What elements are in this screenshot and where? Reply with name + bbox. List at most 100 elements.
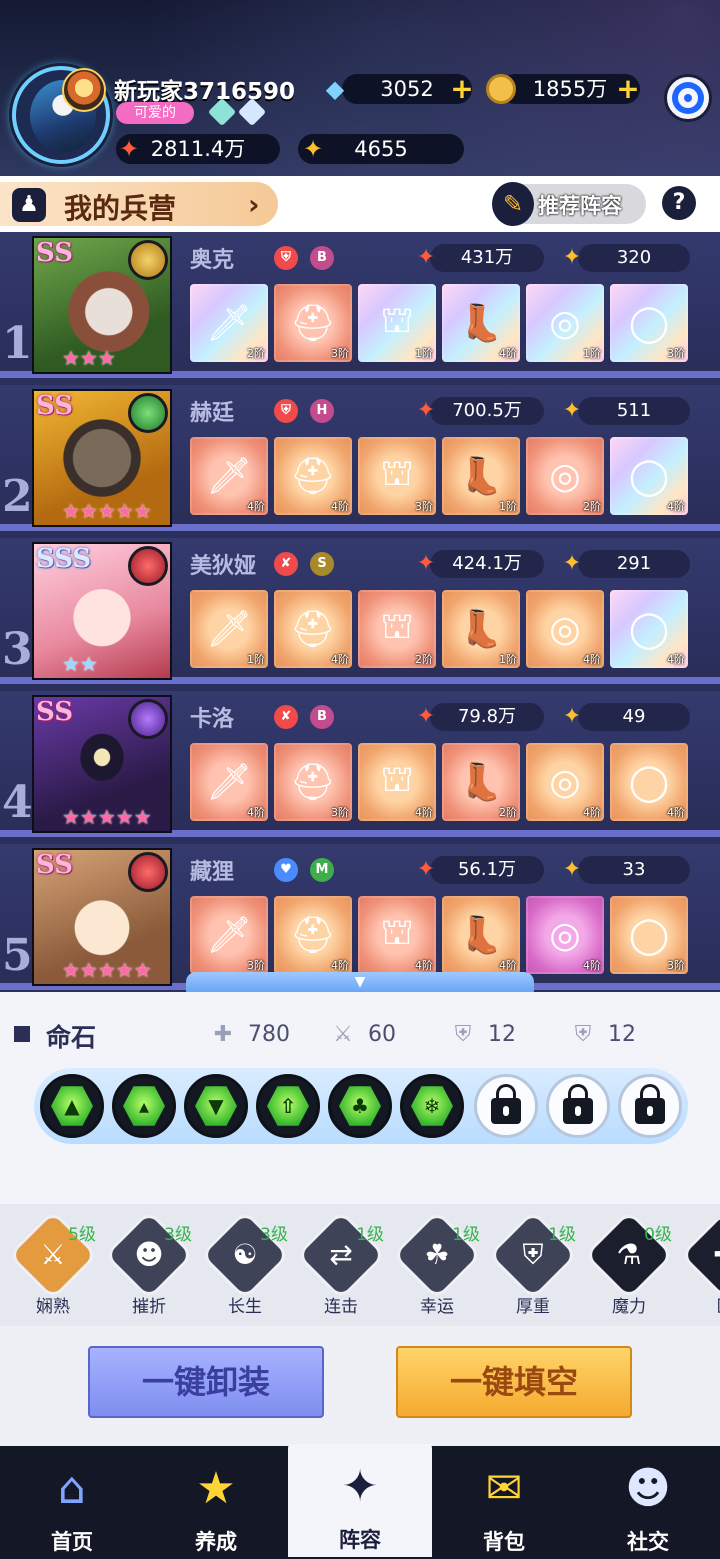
sword-slot[interactable]: 🗡 3阶 [190,896,268,974]
hero-portrait[interactable]: SS ★★★ [32,236,172,374]
trait-item[interactable]: ⇄ 1级 连击 [296,1213,386,1320]
amulet-slot[interactable]: ◎ 1阶 [526,284,604,362]
help-button[interactable]: ? [662,186,696,220]
hero-power-pill: 431万 [430,244,544,272]
locked-stone-slot[interactable] [618,1074,682,1138]
stone-resist: 12 [608,1022,636,1047]
trait-name: 摧折 [132,1297,166,1317]
sword-slot[interactable]: 🗡 4阶 [190,743,268,821]
stone-attack: 60 [368,1022,396,1047]
trait-level: 5级 [68,1225,96,1245]
equip-tier: 1阶 [247,653,265,666]
amulet-slot[interactable]: ◎ 4阶 [526,743,604,821]
sword-slot[interactable]: 🗡 1阶 [190,590,268,668]
hero-power-pill: 56.1万 [430,856,544,884]
trait-name: 连击 [324,1297,358,1317]
helmet-slot[interactable]: ⛫ 3阶 [358,437,436,515]
unequip-all-button[interactable]: 一键卸装 [88,1346,324,1418]
trait-item[interactable]: ☯ 3级 长生 [200,1213,290,1320]
helmet-slot[interactable]: ⛫ 2阶 [358,590,436,668]
resist-shield-icon: ⛨ [574,1022,592,1047]
bag-icon: ✉ [485,1462,523,1514]
nav-home[interactable]: ⌂ 首页 [0,1446,144,1559]
life-stone-slot[interactable]: ⇧ [256,1074,320,1138]
ring-slot[interactable]: ◯ 4阶 [610,437,688,515]
hero-row[interactable]: 5 SS ★★★★★ 藏狸 ♥ M 56.1万 ✦ 33 ✦ 🗡 3阶 ⛑ 4阶 ⛫… [0,844,720,990]
armor-slot[interactable]: ⛑ 4阶 [274,437,352,515]
equip-tier: 4阶 [415,959,433,972]
hero-row[interactable]: 4 SS ★★★★★ 卡洛 ✘ B 79.8万 ✦ 49 ✦ 🗡 4阶 ⛑ 3阶 ⛫… [0,691,720,837]
ring-slot[interactable]: ◯ 3阶 [610,284,688,362]
equip-tier: 1阶 [415,347,433,360]
boot-slot[interactable]: 👢 1阶 [442,437,520,515]
locked-stone-slot[interactable] [474,1074,538,1138]
life-stone-slot[interactable]: ▴ [112,1074,176,1138]
pencil-icon: ✎ [492,182,534,226]
trait-item[interactable]: ✚ 医 [680,1220,720,1320]
armor-slot[interactable]: ⛑ 4阶 [274,590,352,668]
flame-icon: ✦ [416,857,436,882]
armor-slot[interactable]: ⛑ 3阶 [274,284,352,362]
boot-slot[interactable]: 👢 4阶 [442,284,520,362]
warrior-class-icon [128,240,168,280]
helmet-slot[interactable]: ⛫ 4阶 [358,896,436,974]
settings-gear-icon[interactable] [664,74,712,122]
trait-item[interactable]: ⚗ 0级 魔力 [584,1213,674,1320]
boot-slot[interactable]: 👢 1阶 [442,590,520,668]
trait-item[interactable]: ☻ 3级 摧折 [104,1213,194,1320]
title-badge[interactable]: 可爱的 [116,102,194,124]
ring-slot[interactable]: ◯ 4阶 [610,743,688,821]
expand-list-handle[interactable]: ▼ [186,972,534,992]
hero-row[interactable]: 2 SS ★★★★★ 赫廷 ⛨ H 700.5万 ✦ 511 ✦ 🗡 4阶 ⛑ 4阶… [0,385,720,531]
amulet-slot[interactable]: ◎ 4阶 [526,896,604,974]
star-badge-icon: ✦ [562,245,582,270]
stone-defense: 12 [488,1022,516,1047]
add-gold-button[interactable]: + [616,75,640,103]
sword-slot[interactable]: 🗡 2阶 [190,284,268,362]
hero-row[interactable]: 1 SS ★★★ 奥克 ⛨ B 431万 ✦ 320 ✦ 🗡 2阶 ⛑ 3阶 ⛫ 1阶… [0,232,720,378]
armor-slot[interactable]: ⛑ 3阶 [274,743,352,821]
hero-star-pill: 49 [578,703,690,731]
hero-stars: ★★★★★ [62,958,152,982]
sword-slot[interactable]: 🗡 4阶 [190,437,268,515]
amulet-slot[interactable]: ◎ 2阶 [526,437,604,515]
hero-slot-number: 3 [2,624,33,675]
nav-bag[interactable]: ✉ 背包 [432,1446,576,1559]
helmet-slot[interactable]: ⛫ 1阶 [358,284,436,362]
hero-portrait[interactable]: SSS ★★ [32,542,172,680]
auto-fill-button[interactable]: 一键填空 [396,1346,632,1418]
hero-portrait[interactable]: SS ★★★★★ [32,695,172,833]
trait-item[interactable]: ⛨ 1级 厚重 [488,1213,578,1320]
amulet-slot[interactable]: ◎ 4阶 [526,590,604,668]
section-bullet [14,1026,30,1042]
nav-upgrade[interactable]: ★ 养成 [144,1446,288,1559]
boot-slot[interactable]: 👢 2阶 [442,743,520,821]
hero-stars: ★★ [62,652,98,676]
hero-portrait[interactable]: SS ★★★★★ [32,389,172,527]
lock-icon [563,1084,593,1124]
nav-label: 背包 [483,1529,525,1554]
nav-social[interactable]: ☻ 社交 [576,1446,720,1559]
ring-slot[interactable]: ◯ 3阶 [610,896,688,974]
locked-stone-slot[interactable] [546,1074,610,1138]
nav-label: 阵容 [339,1527,381,1552]
hero-row[interactable]: 3 SSS ★★ 美狄娅 ✘ S 424.1万 ✦ 291 ✦ 🗡 1阶 ⛑ 4阶 … [0,538,720,684]
trait-item[interactable]: ⚔ 5级 娴熟 [8,1213,98,1320]
boot-slot[interactable]: 👢 4阶 [442,896,520,974]
ring-slot[interactable]: ◯ 4阶 [610,590,688,668]
life-stone-slot[interactable]: ▼ [184,1074,248,1138]
helmet-slot[interactable]: ⛫ 4阶 [358,743,436,821]
hero-portrait[interactable]: SS ★★★★★ [32,848,172,986]
trait-item[interactable]: ☘ 1级 幸运 [392,1213,482,1320]
life-stone-slot[interactable]: ▲ [40,1074,104,1138]
heal-icon: ✚ [696,1226,720,1284]
nav-lineup[interactable]: ✦ 阵容 [288,1444,432,1557]
barracks-button[interactable]: ♟ 我的兵营 › [0,182,278,226]
fire-class-icon [128,852,168,892]
recommend-lineup-button[interactable]: ✎ 推荐阵容 [492,182,646,226]
trait-name: 幸运 [420,1297,454,1317]
add-diamond-button[interactable]: + [450,75,474,103]
life-stone-slot[interactable]: ❄ [400,1074,464,1138]
life-stone-slot[interactable]: ♣ [328,1074,392,1138]
armor-slot[interactable]: ⛑ 4阶 [274,896,352,974]
